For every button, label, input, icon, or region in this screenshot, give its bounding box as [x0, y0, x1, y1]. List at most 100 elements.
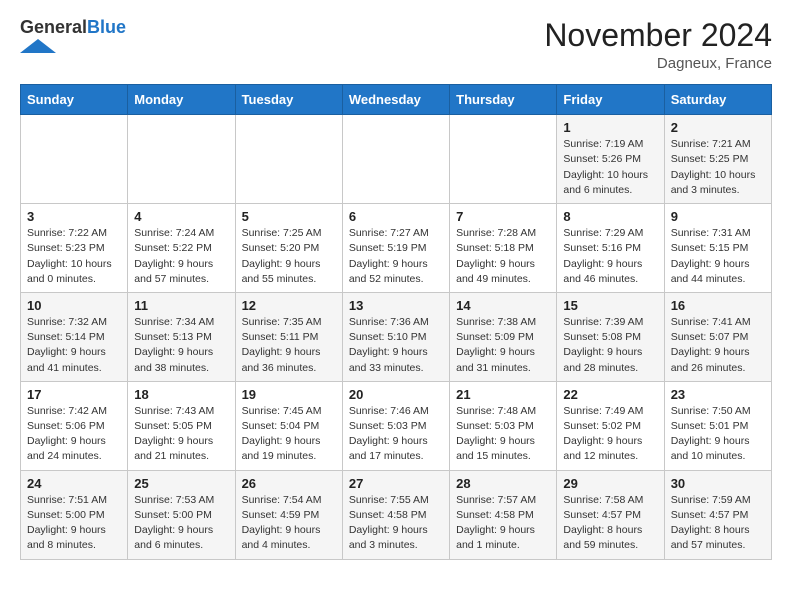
- logo: GeneralBlue: [20, 18, 126, 53]
- calendar-cell: 22Sunrise: 7:49 AM Sunset: 5:02 PM Dayli…: [557, 381, 664, 470]
- day-number: 14: [456, 298, 550, 313]
- calendar-cell: 2 Sunrise: 7:21 AM Sunset: 5:25 PM Daylig…: [664, 115, 771, 204]
- calendar-cell: 18Sunrise: 7:43 AM Sunset: 5:05 PM Dayli…: [128, 381, 235, 470]
- col-header-friday: Friday: [557, 85, 664, 115]
- day-info: Sunrise: 7:35 AM Sunset: 5:11 PM Dayligh…: [242, 315, 336, 376]
- calendar-cell: 8 Sunrise: 7:29 AM Sunset: 5:16 PM Daylig…: [557, 204, 664, 293]
- day-info: Sunrise: 7:25 AM Sunset: 5:20 PM Dayligh…: [242, 226, 336, 287]
- day-info: Sunrise: 7:59 AM Sunset: 4:57 PM Dayligh…: [671, 493, 765, 554]
- page: GeneralBlue November 2024 Dagneux, Franc…: [0, 0, 792, 578]
- day-number: 13: [349, 298, 443, 313]
- day-number: 29: [563, 476, 657, 491]
- calendar-cell: 12 Sunrise: 7:35 AM Sunset: 5:11 PM Dayli…: [235, 292, 342, 381]
- calendar-week-3: 10 Sunrise: 7:32 AM Sunset: 5:14 PM Dayli…: [21, 292, 772, 381]
- day-number: 7: [456, 209, 550, 224]
- day-info: Sunrise: 7:24 AM Sunset: 5:22 PM Dayligh…: [134, 226, 228, 287]
- calendar-cell: 24 Sunrise: 7:51 AM Sunset: 5:00 PM Dayli…: [21, 470, 128, 559]
- day-info: Sunrise: 7:57 AM Sunset: 4:58 PM Dayligh…: [456, 493, 550, 554]
- calendar-cell: 5 Sunrise: 7:25 AM Sunset: 5:20 PM Daylig…: [235, 204, 342, 293]
- calendar-cell: 10 Sunrise: 7:32 AM Sunset: 5:14 PM Dayli…: [21, 292, 128, 381]
- col-header-wednesday: Wednesday: [342, 85, 449, 115]
- day-number: 4: [134, 209, 228, 224]
- day-number: 28: [456, 476, 550, 491]
- day-number: 5: [242, 209, 336, 224]
- day-info: Sunrise: 7:28 AM Sunset: 5:18 PM Dayligh…: [456, 226, 550, 287]
- day-info: Sunrise: 7:54 AM Sunset: 4:59 PM Dayligh…: [242, 493, 336, 554]
- day-number: 22: [563, 387, 657, 402]
- day-info: Sunrise: 7:55 AM Sunset: 4:58 PM Dayligh…: [349, 493, 443, 554]
- logo-text: GeneralBlue: [20, 18, 126, 38]
- day-info: Sunrise: 7:34 AM Sunset: 5:13 PM Dayligh…: [134, 315, 228, 376]
- calendar-cell: 30Sunrise: 7:59 AM Sunset: 4:57 PM Dayli…: [664, 470, 771, 559]
- calendar-cell: [342, 115, 449, 204]
- day-info: Sunrise: 7:48 AM Sunset: 5:03 PM Dayligh…: [456, 404, 550, 465]
- day-number: 25: [134, 476, 228, 491]
- day-info: Sunrise: 7:27 AM Sunset: 5:19 PM Dayligh…: [349, 226, 443, 287]
- logo-icon: [20, 39, 56, 53]
- calendar-week-5: 24 Sunrise: 7:51 AM Sunset: 5:00 PM Dayli…: [21, 470, 772, 559]
- calendar-table: SundayMondayTuesdayWednesdayThursdayFrid…: [20, 84, 772, 559]
- calendar-cell: 21 Sunrise: 7:48 AM Sunset: 5:03 PM Dayli…: [450, 381, 557, 470]
- day-number: 18: [134, 387, 228, 402]
- day-number: 2: [671, 120, 765, 135]
- calendar-cell: [21, 115, 128, 204]
- day-number: 24: [27, 476, 121, 491]
- day-number: 12: [242, 298, 336, 313]
- calendar-cell: 16 Sunrise: 7:41 AM Sunset: 5:07 PM Dayli…: [664, 292, 771, 381]
- col-header-thursday: Thursday: [450, 85, 557, 115]
- day-info: Sunrise: 7:32 AM Sunset: 5:14 PM Dayligh…: [27, 315, 121, 376]
- day-number: 10: [27, 298, 121, 313]
- day-info: Sunrise: 7:29 AM Sunset: 5:16 PM Dayligh…: [563, 226, 657, 287]
- day-info: Sunrise: 7:45 AM Sunset: 5:04 PM Dayligh…: [242, 404, 336, 465]
- col-header-saturday: Saturday: [664, 85, 771, 115]
- header: GeneralBlue November 2024 Dagneux, Franc…: [20, 18, 772, 72]
- day-info: Sunrise: 7:31 AM Sunset: 5:15 PM Dayligh…: [671, 226, 765, 287]
- day-number: 9: [671, 209, 765, 224]
- calendar-week-4: 17 Sunrise: 7:42 AM Sunset: 5:06 PM Dayli…: [21, 381, 772, 470]
- day-number: 21: [456, 387, 550, 402]
- calendar-cell: 17 Sunrise: 7:42 AM Sunset: 5:06 PM Dayli…: [21, 381, 128, 470]
- calendar-cell: 14Sunrise: 7:38 AM Sunset: 5:09 PM Dayli…: [450, 292, 557, 381]
- day-number: 11: [134, 298, 228, 313]
- day-info: Sunrise: 7:21 AM Sunset: 5:25 PM Dayligh…: [671, 137, 765, 198]
- title-block: November 2024 Dagneux, France: [544, 18, 772, 72]
- day-number: 27: [349, 476, 443, 491]
- day-number: 17: [27, 387, 121, 402]
- day-info: Sunrise: 7:50 AM Sunset: 5:01 PM Dayligh…: [671, 404, 765, 465]
- day-info: Sunrise: 7:39 AM Sunset: 5:08 PM Dayligh…: [563, 315, 657, 376]
- day-info: Sunrise: 7:46 AM Sunset: 5:03 PM Dayligh…: [349, 404, 443, 465]
- calendar-cell: 29Sunrise: 7:58 AM Sunset: 4:57 PM Dayli…: [557, 470, 664, 559]
- col-header-sunday: Sunday: [21, 85, 128, 115]
- day-info: Sunrise: 7:51 AM Sunset: 5:00 PM Dayligh…: [27, 493, 121, 554]
- calendar-cell: 6 Sunrise: 7:27 AM Sunset: 5:19 PM Daylig…: [342, 204, 449, 293]
- calendar-cell: [450, 115, 557, 204]
- day-number: 20: [349, 387, 443, 402]
- day-info: Sunrise: 7:19 AM Sunset: 5:26 PM Dayligh…: [563, 137, 657, 198]
- calendar-cell: 26 Sunrise: 7:54 AM Sunset: 4:59 PM Dayli…: [235, 470, 342, 559]
- day-info: Sunrise: 7:36 AM Sunset: 5:10 PM Dayligh…: [349, 315, 443, 376]
- logo-blue: Blue: [87, 17, 126, 37]
- location: Dagneux, France: [544, 55, 772, 72]
- month-title: November 2024: [544, 18, 772, 53]
- calendar-cell: 28 Sunrise: 7:57 AM Sunset: 4:58 PM Dayli…: [450, 470, 557, 559]
- calendar-week-2: 3Sunrise: 7:22 AM Sunset: 5:23 PM Daylig…: [21, 204, 772, 293]
- day-number: 8: [563, 209, 657, 224]
- logo-general: General: [20, 17, 87, 37]
- day-number: 16: [671, 298, 765, 313]
- day-number: 26: [242, 476, 336, 491]
- day-info: Sunrise: 7:53 AM Sunset: 5:00 PM Dayligh…: [134, 493, 228, 554]
- day-number: 1: [563, 120, 657, 135]
- calendar-week-1: 1 Sunrise: 7:19 AM Sunset: 5:26 PM Daylig…: [21, 115, 772, 204]
- calendar-header-row: SundayMondayTuesdayWednesdayThursdayFrid…: [21, 85, 772, 115]
- calendar-cell: 11 Sunrise: 7:34 AM Sunset: 5:13 PM Dayli…: [128, 292, 235, 381]
- day-info: Sunrise: 7:42 AM Sunset: 5:06 PM Dayligh…: [27, 404, 121, 465]
- calendar-cell: [235, 115, 342, 204]
- col-header-tuesday: Tuesday: [235, 85, 342, 115]
- col-header-monday: Monday: [128, 85, 235, 115]
- day-info: Sunrise: 7:41 AM Sunset: 5:07 PM Dayligh…: [671, 315, 765, 376]
- day-number: 19: [242, 387, 336, 402]
- day-number: 23: [671, 387, 765, 402]
- calendar-cell: 19 Sunrise: 7:45 AM Sunset: 5:04 PM Dayli…: [235, 381, 342, 470]
- day-number: 15: [563, 298, 657, 313]
- day-number: 6: [349, 209, 443, 224]
